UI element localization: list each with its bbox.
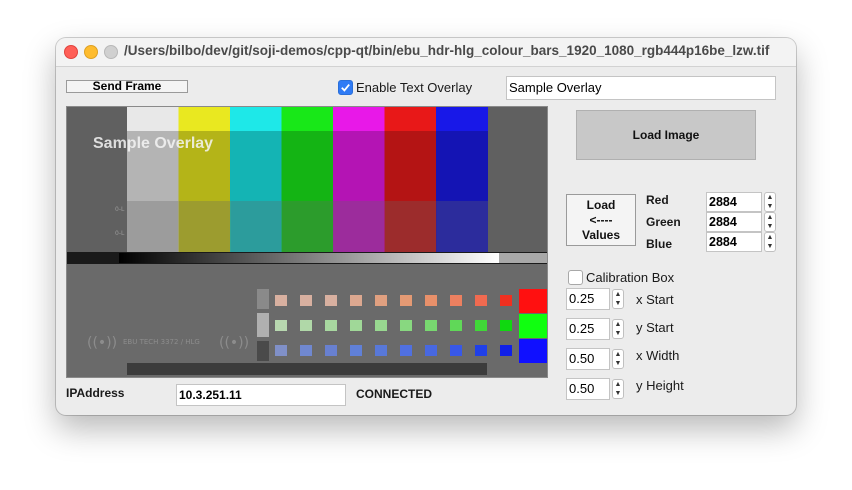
colour-bar: [281, 107, 334, 131]
blue-stepper[interactable]: ▲ ▼: [764, 232, 776, 252]
blue-value-input[interactable]: 2884: [706, 232, 762, 252]
y-start-label: y Start: [636, 320, 674, 335]
red-value-input[interactable]: 2884: [706, 192, 762, 212]
red-stepper[interactable]: ▲ ▼: [764, 192, 776, 212]
x-width-input[interactable]: 0.50: [566, 348, 610, 370]
zoom-window-button[interactable]: [104, 45, 118, 59]
x-start-stepper[interactable]: ▲ ▼: [612, 289, 624, 309]
overlay-text-input[interactable]: Sample Overlay: [506, 76, 776, 100]
colour-swatch: [425, 320, 437, 331]
colour-bar: [178, 107, 231, 131]
checkmark-icon: [341, 84, 350, 92]
colour-swatch: [500, 295, 512, 306]
colour-swatch: [400, 320, 412, 331]
blue-label: Blue: [646, 237, 673, 251]
y-start-input[interactable]: 0.25: [566, 318, 610, 340]
colour-swatch: [425, 345, 437, 356]
colour-bar-lower: [333, 201, 385, 252]
colour-swatch: [475, 295, 487, 306]
send-frame-button[interactable]: Send Frame: [66, 80, 188, 93]
title-bar: /Users/bilbo/dev/git/soji-demos/cpp-qt/b…: [56, 38, 796, 67]
colour-swatch: [350, 320, 362, 331]
colour-swatch: [475, 345, 487, 356]
colour-bar-75: [384, 131, 437, 201]
green-value-input[interactable]: 2884: [706, 212, 762, 232]
calibration-box-label: Calibration Box: [586, 270, 675, 285]
bar-label: 0-L: [115, 230, 125, 237]
colour-bar: [333, 107, 385, 131]
y-height-input[interactable]: 0.50: [566, 378, 610, 400]
y-height-stepper[interactable]: ▲ ▼: [612, 379, 624, 399]
bar-label: 0-L: [115, 206, 125, 213]
colour-bar-lower: [230, 201, 282, 252]
colour-swatch: [375, 320, 387, 331]
colour-swatch: [275, 345, 287, 356]
colour-swatch: [425, 295, 437, 306]
green-label: Green: [646, 215, 681, 229]
colour-swatch: [275, 320, 287, 331]
load-values-button[interactable]: Load <---- Values: [566, 194, 636, 246]
colour-swatch: [350, 345, 362, 356]
x-start-label: x Start: [636, 292, 674, 307]
colour-swatch: [500, 345, 512, 356]
colour-bar-lower: [281, 201, 334, 252]
colour-swatch: [275, 295, 287, 306]
x-width-label: x Width: [636, 348, 680, 363]
colour-swatch: [300, 320, 312, 331]
x-width-stepper[interactable]: ▲ ▼: [612, 349, 624, 369]
calibration-box-checkbox[interactable]: [568, 270, 583, 285]
broadcast-icon: ((•)): [87, 335, 117, 351]
ip-address-input[interactable]: 10.3.251.11: [176, 384, 346, 406]
colour-bar: [436, 107, 488, 131]
colour-bar: [127, 107, 179, 131]
colour-swatch: [400, 345, 412, 356]
colour-bar-75: [436, 131, 488, 201]
colour-swatch: [450, 345, 462, 356]
y-height-label: y Height: [636, 378, 684, 393]
overlay-text-preview: Sample Overlay: [93, 135, 214, 152]
colour-swatch: [325, 345, 337, 356]
green-stepper[interactable]: ▲ ▼: [764, 212, 776, 232]
app-window: /Users/bilbo/dev/git/soji-demos/cpp-qt/b…: [56, 38, 796, 415]
load-values-label: Load <---- Values: [581, 198, 621, 242]
colour-bar-75: [230, 131, 282, 201]
ip-address-label: IPAddress: [66, 386, 125, 400]
colour-swatch: [375, 295, 387, 306]
colour-swatch: [475, 320, 487, 331]
colour-swatch: [300, 345, 312, 356]
colour-bar-lower: [127, 201, 179, 252]
enable-overlay-checkbox[interactable]: [338, 80, 353, 95]
colour-swatch: [375, 345, 387, 356]
colour-bar: [230, 107, 282, 131]
red-label: Red: [646, 193, 669, 207]
colour-swatch: [300, 295, 312, 306]
minimize-window-button[interactable]: [84, 45, 98, 59]
close-window-button[interactable]: [64, 45, 78, 59]
colour-bar: [384, 107, 437, 131]
colour-swatch: [500, 320, 512, 331]
enable-overlay-label: Enable Text Overlay: [356, 80, 473, 95]
colour-bar-75: [333, 131, 385, 201]
colour-swatch: [450, 320, 462, 331]
test-card-logo-text: EBU TECH 3372 / HLG: [123, 338, 200, 346]
colour-bar-lower: [436, 201, 488, 252]
colour-swatch: [400, 295, 412, 306]
colour-bar-75: [281, 131, 334, 201]
colour-swatch: [450, 295, 462, 306]
window-title: /Users/bilbo/dev/git/soji-demos/cpp-qt/b…: [124, 43, 770, 58]
colour-swatch: [350, 295, 362, 306]
load-image-button[interactable]: Load Image: [576, 110, 756, 160]
broadcast-icon: ((•)): [219, 335, 249, 351]
colour-bar-lower: [384, 201, 437, 252]
colour-bar-lower: [178, 201, 231, 252]
x-start-input[interactable]: 0.25: [566, 288, 610, 310]
colour-swatch: [325, 320, 337, 331]
connection-status: CONNECTED: [356, 387, 433, 401]
y-start-stepper[interactable]: ▲ ▼: [612, 319, 624, 339]
colour-swatch: [325, 295, 337, 306]
image-preview: ((•)) ((•)) EBU TECH 3372 / HLG 0-L 0-L …: [66, 106, 548, 378]
